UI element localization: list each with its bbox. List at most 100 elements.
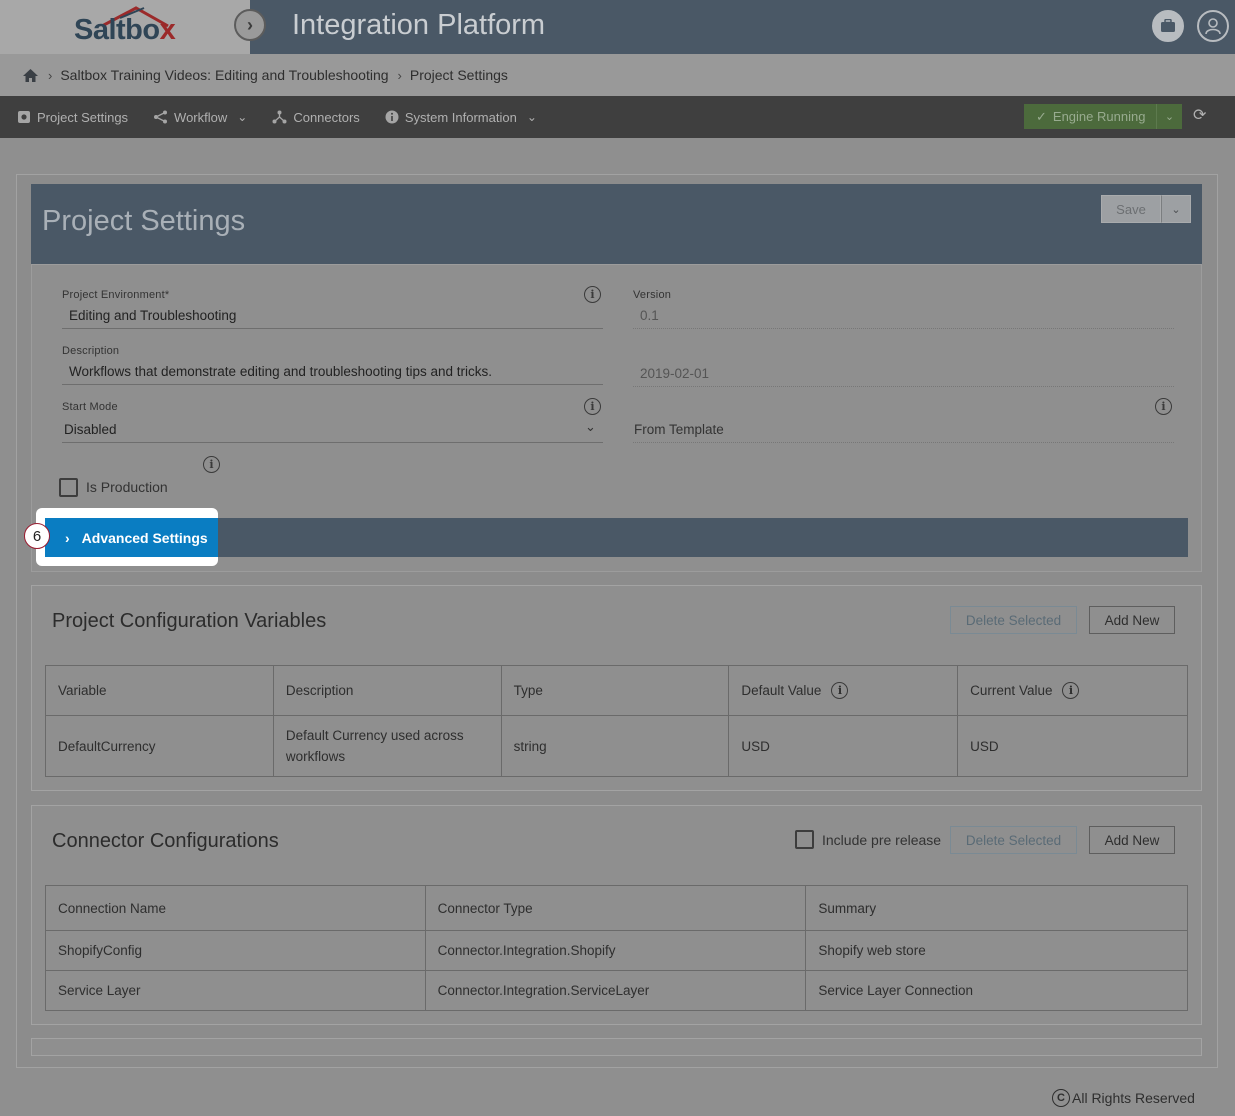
save-button-group: Save ⌄ — [1101, 195, 1191, 223]
cell-variable: DefaultCurrency — [45, 715, 274, 777]
is-production-label: Is Production — [86, 479, 168, 495]
column-header-default-value[interactable]: Default Value i — [728, 665, 959, 716]
cell-connection-name: ShopifyConfig — [45, 930, 426, 971]
info-icon[interactable]: i — [1155, 398, 1172, 415]
version-value: 0.1 — [640, 308, 659, 323]
project-environment-label: Project Environment* — [62, 289, 170, 301]
cell-type: string — [500, 715, 730, 777]
column-header-connector-type[interactable]: Connector Type — [424, 885, 807, 931]
column-header-current-value[interactable]: Current Value i — [957, 665, 1188, 716]
info-icon[interactable]: i — [584, 398, 601, 415]
delete-selected-connectors-button[interactable]: Delete Selected — [950, 826, 1077, 854]
nav-connectors-label: Connectors — [293, 109, 360, 125]
chevron-down-icon: ⌄ — [1171, 203, 1181, 216]
network-icon — [272, 110, 287, 124]
table-row[interactable]: Service Layer Connector.Integration.Serv… — [45, 970, 1188, 1011]
template-value: From Template — [634, 422, 724, 437]
add-new-variable-button[interactable]: Add New — [1089, 606, 1175, 634]
info-icon[interactable]: i — [831, 682, 849, 699]
field-underline — [633, 386, 1174, 387]
chevron-down-icon: ⌄ — [237, 110, 248, 124]
chevron-down-icon: ⌄ — [526, 110, 537, 124]
delete-selected-variables-button[interactable]: Delete Selected — [950, 606, 1077, 634]
cell-connector-type: Connector.Integration.Shopify — [424, 930, 807, 971]
add-new-connector-button[interactable]: Add New — [1089, 826, 1175, 854]
header-label: Summary — [818, 900, 877, 916]
config-variables-title: Project Configuration Variables — [52, 610, 327, 632]
logo-text-x: x — [159, 14, 176, 46]
include-pre-release-label: Include pre release — [822, 832, 942, 848]
column-header-description[interactable]: Description — [272, 665, 502, 716]
nav-workflow[interactable]: Workflow ⌄ — [153, 110, 247, 125]
project-environment-field[interactable]: Project Environment* Editing and Trouble… — [62, 289, 603, 329]
nav-connectors[interactable]: Connectors — [272, 109, 360, 125]
cell-current-value: USD — [957, 715, 1188, 777]
cell-default-value: USD — [728, 715, 959, 777]
table-row[interactable]: DefaultCurrency Default Currency used ac… — [45, 715, 1188, 777]
briefcase-button[interactable] — [1152, 10, 1184, 42]
breadcrumb-separator: › — [48, 67, 53, 83]
advanced-settings-button[interactable]: › Advanced Settings — [45, 518, 218, 557]
engine-status-dropdown[interactable]: ⌄ — [1156, 104, 1182, 129]
nav-project-settings-label: Project Settings — [37, 109, 129, 125]
field-underline — [633, 442, 1174, 443]
user-icon — [1205, 18, 1221, 35]
header-label: Default Value — [741, 683, 822, 698]
date-value: 2019-02-01 — [640, 366, 710, 381]
chevron-down-icon[interactable]: ⌄ — [585, 419, 596, 435]
include-pre-release-checkbox[interactable] — [795, 830, 814, 849]
check-icon: ✓ — [1036, 108, 1047, 124]
version-field: Version 0.1 — [633, 289, 1174, 329]
top-header: Saltbox › Integration Platform — [0, 0, 1235, 54]
cell-summary: Service Layer Connection — [805, 970, 1188, 1011]
column-header-connection-name[interactable]: Connection Name — [45, 885, 426, 931]
chevron-right-icon: › — [247, 14, 253, 35]
project-environment-input[interactable]: Editing and Troubleshooting — [62, 308, 603, 323]
info-icon[interactable]: i — [584, 286, 601, 303]
user-menu-button[interactable] — [1197, 10, 1229, 42]
start-mode-field[interactable]: Start Mode Disabled — [62, 401, 603, 443]
field-underline — [62, 442, 603, 443]
info-icon[interactable]: i — [1062, 682, 1080, 699]
logo[interactable]: Saltbox — [74, 14, 176, 47]
breadcrumb: › Saltbox Training Videos: Editing and T… — [0, 54, 1235, 96]
description-label: Description — [62, 345, 120, 357]
nav-project-settings[interactable]: Project Settings — [17, 110, 128, 125]
header-label: Description — [285, 683, 354, 698]
app-title: Integration Platform — [292, 9, 546, 41]
logo-text: Saltbo — [74, 14, 160, 46]
start-mode-select[interactable]: Disabled — [62, 422, 603, 437]
description-field[interactable]: Description Workflows that demonstrate e… — [62, 345, 603, 385]
breadcrumb-item-current: Project Settings — [409, 67, 508, 83]
field-underline — [62, 384, 603, 385]
engine-status-button[interactable]: ✓ Engine Running ⌄ — [1024, 104, 1182, 129]
breadcrumb-item-project[interactable]: Saltbox Training Videos: Editing and Tro… — [60, 67, 388, 83]
home-icon[interactable] — [22, 68, 39, 83]
save-dropdown-button[interactable]: ⌄ — [1161, 195, 1191, 223]
column-header-summary[interactable]: Summary — [805, 885, 1188, 931]
footer-text: All Rights Reserved — [1072, 1090, 1195, 1106]
cell-connector-type: Connector.Integration.ServiceLayer — [424, 970, 807, 1011]
info-icon[interactable]: i — [203, 456, 220, 473]
date-field: 2019-02-01 — [633, 359, 1174, 387]
header-label: Connector Type — [437, 900, 533, 916]
bottom-panel — [31, 1038, 1202, 1056]
cell-description: Default Currency used across workflows — [272, 715, 502, 777]
description-input[interactable]: Workflows that demonstrate editing and t… — [62, 364, 603, 379]
table-row[interactable]: ShopifyConfig Connector.Integration.Shop… — [45, 930, 1188, 971]
template-field: From Template — [633, 415, 1174, 443]
gear-icon — [18, 111, 30, 123]
table-header-row: Connection Name Connector Type Summary — [45, 885, 1188, 931]
header-label: Variable — [58, 683, 107, 698]
version-label: Version — [633, 289, 672, 301]
column-header-variable[interactable]: Variable — [45, 665, 274, 716]
save-button[interactable]: Save — [1101, 195, 1161, 223]
refresh-icon[interactable]: ⟳ — [1193, 105, 1206, 125]
share-icon — [154, 110, 168, 124]
is-production-checkbox[interactable] — [59, 478, 78, 497]
sidebar-toggle-button[interactable]: › — [234, 9, 266, 41]
breadcrumb-separator: › — [397, 67, 402, 83]
nav-system-information[interactable]: System Information ⌄ — [385, 110, 537, 125]
column-header-type[interactable]: Type — [500, 665, 730, 716]
advanced-settings-label: Advanced Settings — [81, 529, 208, 546]
